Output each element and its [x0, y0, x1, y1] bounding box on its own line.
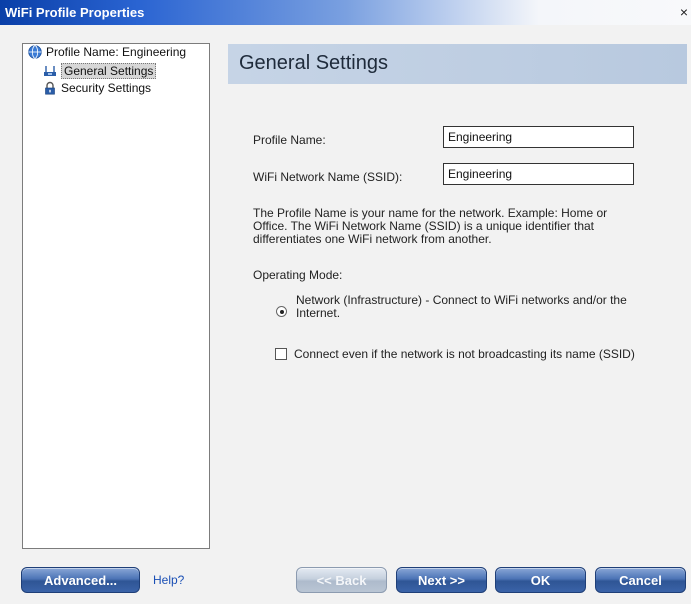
next-button[interactable]: Next >> [396, 567, 487, 593]
ssid-input[interactable] [443, 163, 634, 185]
window-title: WiFi Profile Properties [5, 5, 145, 20]
infrastructure-radio[interactable] [276, 306, 287, 317]
hidden-ssid-checkbox-label[interactable]: Connect even if the network is not broad… [294, 347, 635, 361]
tree-root[interactable]: Profile Name: Engineering [28, 45, 186, 59]
tree-item-security-settings[interactable]: Security Settings [43, 81, 151, 95]
close-icon[interactable]: × [677, 4, 691, 21]
section-header: General Settings [228, 44, 687, 84]
section-title: General Settings [239, 52, 388, 74]
profile-name-input[interactable] [443, 126, 634, 148]
operating-mode-label: Operating Mode: [253, 268, 343, 282]
tree-root-label: Profile Name: Engineering [46, 45, 187, 59]
ssid-label: WiFi Network Name (SSID): [253, 170, 403, 184]
advanced-button[interactable]: Advanced... [21, 567, 140, 593]
tree-item-label: Security Settings [61, 81, 152, 95]
profile-name-label: Profile Name: [253, 133, 326, 147]
title-bar: WiFi Profile Properties × [0, 0, 691, 25]
cancel-button[interactable]: Cancel [595, 567, 686, 593]
tree-item-general-settings[interactable]: General Settings [43, 63, 157, 79]
ok-button[interactable]: OK [495, 567, 586, 593]
network-icon [43, 64, 57, 78]
help-link[interactable]: Help? [153, 573, 184, 587]
description-text: The Profile Name is your name for the ne… [253, 206, 608, 246]
tree-item-label: General Settings [61, 63, 157, 79]
hidden-ssid-checkbox[interactable] [275, 348, 287, 360]
lock-icon [43, 81, 57, 95]
infrastructure-radio-label[interactable]: Network (Infrastructure) - Connect to Wi… [296, 294, 656, 320]
profile-tree: Profile Name: Engineering General Settin… [22, 43, 210, 549]
back-button[interactable]: << Back [296, 567, 387, 593]
profile-globe-icon [28, 45, 42, 59]
